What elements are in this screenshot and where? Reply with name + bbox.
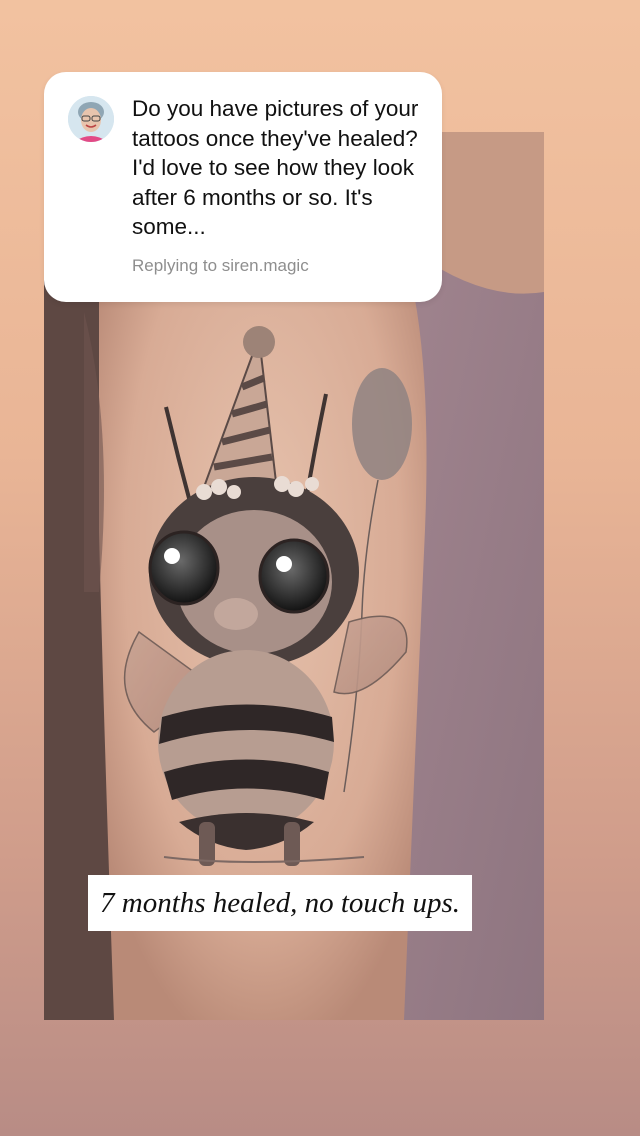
question-text: Do you have pictures of your tattoos onc… [132, 96, 419, 239]
story-caption: 7 months healed, no touch ups. [88, 875, 473, 931]
user-avatar[interactable] [68, 96, 114, 142]
question-reply-sticker[interactable]: Do you have pictures of your tattoos onc… [44, 72, 442, 302]
replying-to-label: Replying to siren.magic [132, 256, 309, 275]
user-avatar-icon [68, 96, 114, 142]
